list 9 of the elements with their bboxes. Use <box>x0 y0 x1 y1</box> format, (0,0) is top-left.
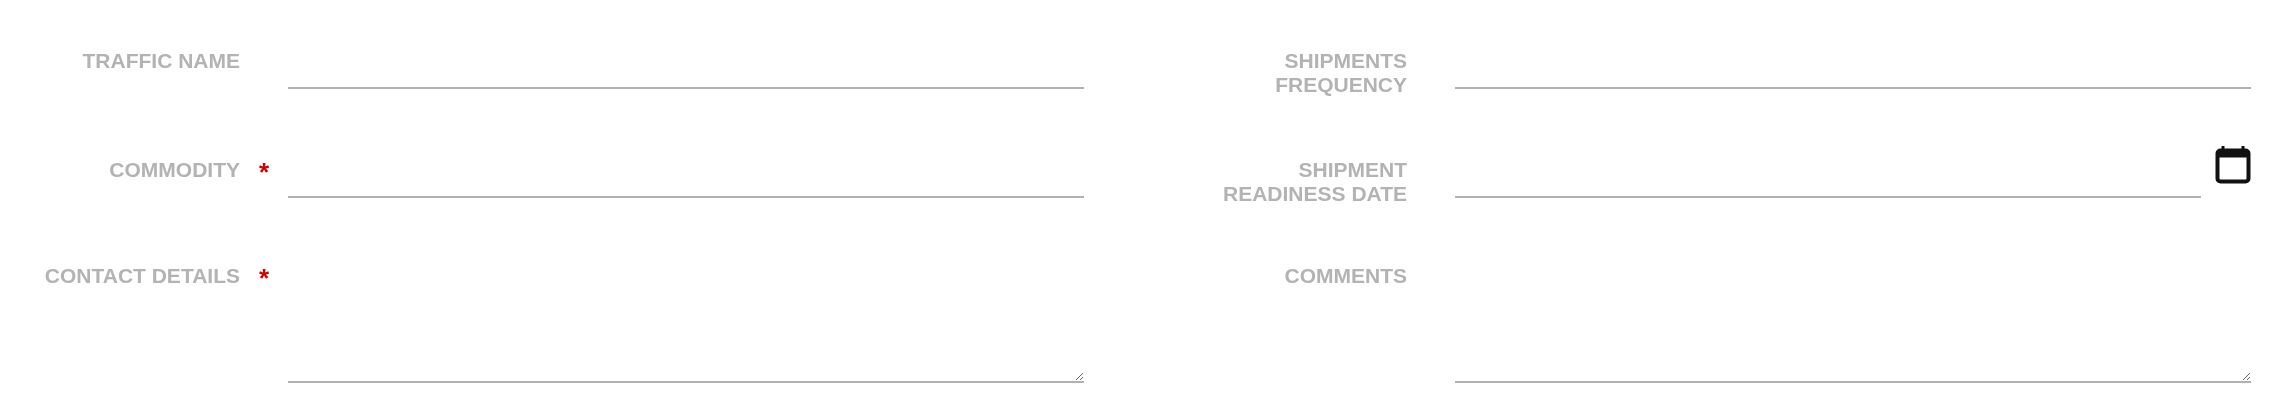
field-label: CONTACT DETAILS <box>44 264 240 288</box>
field-label: SHIPMENTS FREQUENCY <box>1274 49 1407 97</box>
field-label: SHIPMENT READINESS DATE <box>1222 158 1407 206</box>
calendar-icon[interactable] <box>2215 144 2251 186</box>
field-label: COMMODITY <box>109 158 240 182</box>
field-label: TRAFFIC NAME <box>82 49 240 73</box>
required-marker: * <box>258 264 270 292</box>
field-label: COMMENTS <box>1284 264 1407 288</box>
required-marker: * <box>258 158 270 186</box>
